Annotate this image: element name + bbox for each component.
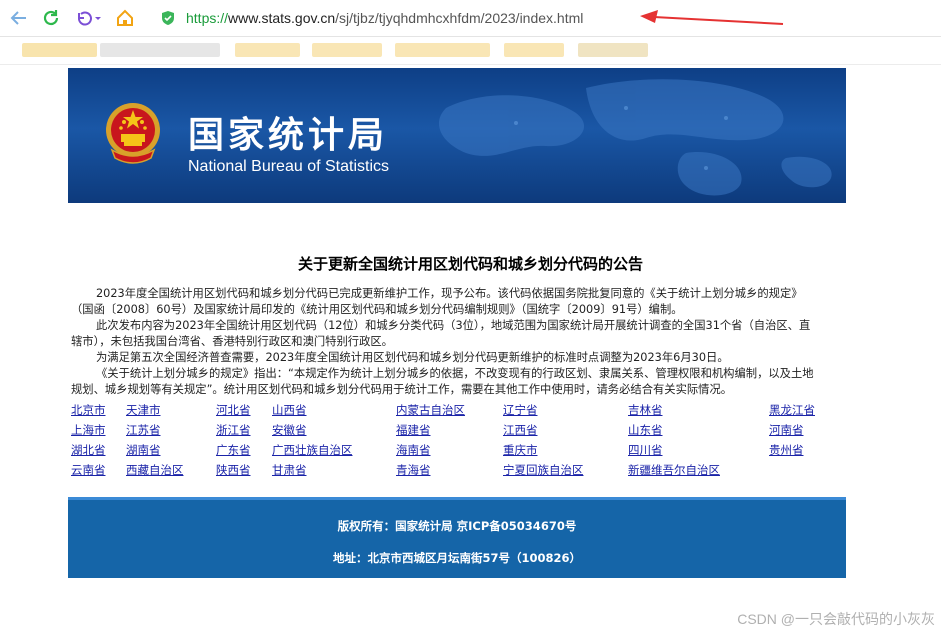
region-link[interactable]: 天津市	[126, 402, 161, 418]
notice-paragraph: 为满足第五次全国经济普查需要，2023年度全国统计用区划代码和城乡划分代码更新维…	[96, 351, 729, 364]
bookmark-item[interactable]	[578, 43, 648, 57]
home-button[interactable]	[114, 7, 136, 29]
region-link[interactable]: 黑龙江省	[769, 402, 815, 418]
site-title-en: National Bureau of Statistics	[188, 158, 389, 175]
region-link[interactable]: 辽宁省	[503, 402, 538, 418]
region-link[interactable]: 河北省	[216, 402, 251, 418]
back-arrow-icon	[10, 11, 26, 25]
site-banner: 国家统计局 National Bureau of Statistics	[68, 68, 846, 203]
notice-paragraph: 此次发布内容为2023年全国统计用区划代码（12位）和城乡分类代码（3位），地域…	[71, 319, 811, 348]
region-link[interactable]: 广西壮族自治区	[272, 442, 353, 458]
region-row: 上海市 江苏省 浙江省 安徽省 福建省 江西省 山东省 河南省	[71, 422, 831, 442]
region-link[interactable]: 云南省	[71, 462, 106, 478]
region-link[interactable]: 安徽省	[272, 422, 307, 438]
webpage: 国家统计局 National Bureau of Statistics 关于更新…	[0, 65, 941, 635]
address-bar[interactable]: https://www.stats.gov.cn/sj/tjbz/tjyqhdm…	[150, 6, 935, 30]
notice-paragraph: 《关于统计上划分城乡的规定》指出：“本规定作为统计上划分城乡的依据，不改变现有的…	[71, 367, 814, 396]
url-text: https://www.stats.gov.cn/sj/tjbz/tjyqhdm…	[186, 10, 584, 26]
region-link[interactable]: 山东省	[628, 422, 663, 438]
bookmark-item[interactable]	[100, 43, 220, 57]
region-row: 湖北省 湖南省 广东省 广西壮族自治区 海南省 重庆市 四川省 贵州省	[71, 442, 831, 462]
region-link[interactable]: 重庆市	[503, 442, 538, 458]
region-link[interactable]: 海南省	[396, 442, 431, 458]
site-footer: 版权所有：国家统计局 京ICP备05034670号 地址：北京市西城区月坛南街5…	[68, 497, 846, 578]
region-link[interactable]: 江西省	[503, 422, 538, 438]
reload-icon	[43, 10, 59, 26]
region-link[interactable]: 浙江省	[216, 422, 251, 438]
region-link[interactable]: 吉林省	[628, 402, 663, 418]
bookmark-item[interactable]	[22, 43, 97, 57]
region-link[interactable]: 西藏自治区	[126, 462, 184, 478]
bookmark-item[interactable]	[504, 43, 564, 57]
bookmark-item[interactable]	[395, 43, 490, 57]
region-link[interactable]: 北京市	[71, 402, 106, 418]
watermark-text: CSDN @一只会敲代码的小灰灰	[737, 611, 935, 627]
region-link[interactable]: 宁夏回族自治区	[503, 462, 584, 478]
region-link[interactable]: 福建省	[396, 422, 431, 438]
region-link[interactable]: 新疆维吾尔自治区	[628, 462, 720, 478]
national-emblem-icon	[106, 103, 160, 164]
region-link[interactable]: 山西省	[272, 402, 307, 418]
undo-button[interactable]	[72, 7, 104, 29]
bookmark-item[interactable]	[312, 43, 382, 57]
region-link[interactable]: 湖南省	[126, 442, 161, 458]
region-link[interactable]: 陕西省	[216, 462, 251, 478]
annotation-arrow-icon	[640, 10, 784, 25]
region-link[interactable]: 上海市	[71, 422, 106, 438]
notice-title: 关于更新全国统计用区划代码和城乡划分代码的公告	[297, 255, 643, 273]
bookmarks-bar	[0, 37, 941, 65]
footer-copyright: 版权所有：国家统计局 京ICP备05034670号	[337, 519, 577, 533]
world-map-icon	[438, 79, 832, 196]
footer-address: 地址：北京市西城区月坛南街57号（100826）	[332, 551, 581, 565]
home-icon	[117, 9, 133, 26]
browser-toolbar: https://www.stats.gov.cn/sj/tjbz/tjyqhdm…	[0, 0, 941, 37]
back-button[interactable]	[8, 7, 30, 29]
notice-body: 2023年度全国统计用区划代码和城乡划分代码已完成更新维护工作，现予公布。该代码…	[71, 286, 815, 398]
region-link[interactable]: 江苏省	[126, 422, 161, 438]
region-link[interactable]: 青海省	[396, 462, 431, 478]
region-link[interactable]: 内蒙古自治区	[396, 402, 465, 418]
region-link[interactable]: 广东省	[216, 442, 251, 458]
region-link[interactable]: 河南省	[769, 422, 804, 438]
reload-button[interactable]	[40, 7, 62, 29]
region-link[interactable]: 四川省	[628, 442, 663, 458]
undo-icon	[78, 11, 101, 26]
region-row: 北京市 天津市 河北省 山西省 内蒙古自治区 辽宁省 吉林省 黑龙江省	[71, 402, 831, 422]
notice-paragraph: 2023年度全国统计用区划代码和城乡划分代码已完成更新维护工作，现予公布。该代码…	[71, 287, 803, 316]
region-link[interactable]: 甘肃省	[272, 462, 307, 478]
region-link[interactable]: 贵州省	[769, 442, 804, 458]
site-title-cn: 国家统计局	[188, 114, 389, 156]
region-link-grid: 北京市 天津市 河北省 山西省 内蒙古自治区 辽宁省 吉林省 黑龙江省 上海市 …	[71, 402, 831, 482]
bookmark-item[interactable]	[235, 43, 300, 57]
region-link[interactable]: 湖北省	[71, 442, 106, 458]
region-row: 云南省 西藏自治区 陕西省 甘肃省 青海省 宁夏回族自治区 新疆维吾尔自治区	[71, 462, 831, 482]
secure-shield-icon	[162, 11, 174, 25]
